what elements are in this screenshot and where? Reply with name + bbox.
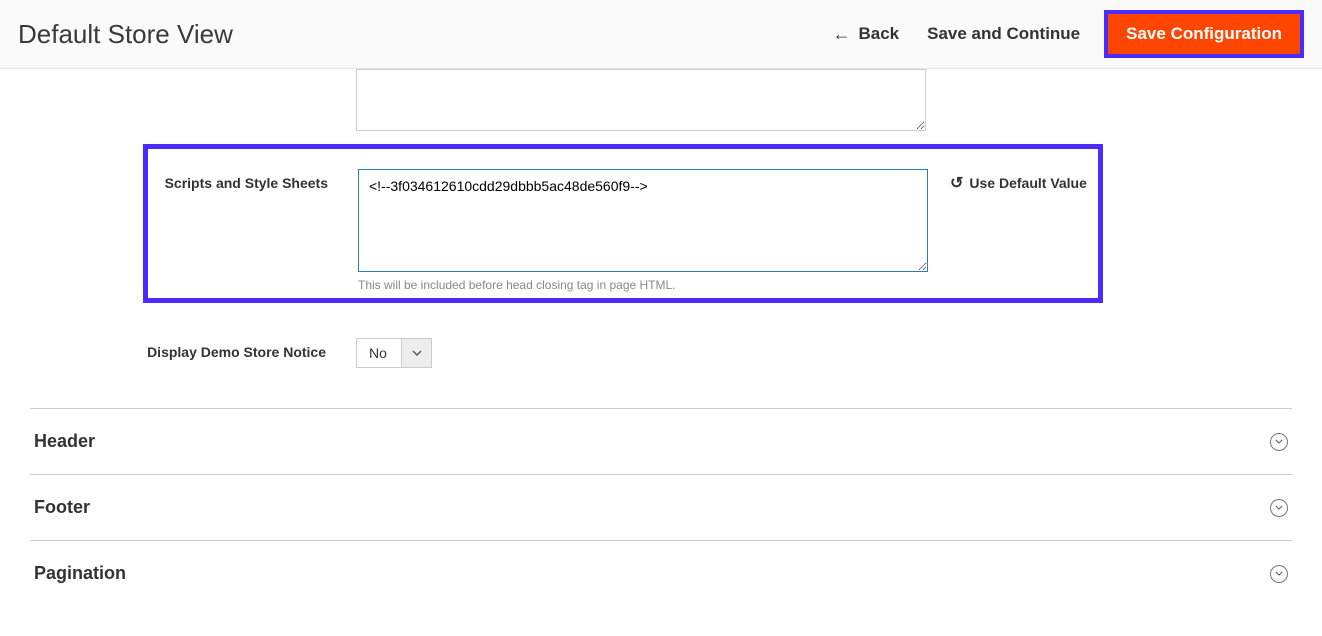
chevron-down-icon <box>1270 565 1288 583</box>
demo-notice-select[interactable]: No <box>356 338 432 368</box>
undo-icon: ↺ <box>950 173 963 193</box>
textarea-previous[interactable] <box>356 69 926 131</box>
scripts-label: Scripts and Style Sheets <box>150 169 358 191</box>
page-title: Default Store View <box>18 19 233 50</box>
demo-notice-label: Display Demo Store Notice <box>30 338 356 360</box>
accordion-title: Pagination <box>34 563 126 584</box>
accordion-title: Header <box>34 431 95 452</box>
use-default-value-label: Use Default Value <box>969 175 1087 191</box>
scripts-control: This will be included before head closin… <box>358 169 928 292</box>
chevron-down-icon <box>1270 433 1288 451</box>
content-area: Scripts and Style Sheets This will be in… <box>0 69 1322 636</box>
back-button-label: Back <box>858 24 899 44</box>
use-default-value-link[interactable]: ↺ Use Default Value <box>950 173 1087 193</box>
accordion-item-footer[interactable]: Footer <box>30 474 1292 540</box>
field-row-demo-notice: Display Demo Store Notice No <box>30 328 1292 378</box>
page-header: Default Store View ← Back Save and Conti… <box>0 0 1322 69</box>
scripts-extra: ↺ Use Default Value <box>928 169 1087 193</box>
scripts-help-text: This will be included before head closin… <box>358 278 928 292</box>
field-label-empty <box>30 69 356 75</box>
scripts-field-highlight: Scripts and Style Sheets This will be in… <box>148 149 1098 298</box>
accordion: Header Footer Pagination <box>30 408 1292 606</box>
field-control-previous <box>356 69 926 131</box>
back-button[interactable]: ← Back <box>832 24 899 44</box>
chevron-down-icon <box>401 339 431 367</box>
accordion-title: Footer <box>34 497 90 518</box>
field-row-previous <box>30 69 1292 141</box>
demo-notice-control: No <box>356 338 432 368</box>
header-actions: ← Back Save and Continue Save Configurat… <box>832 14 1300 54</box>
arrow-left-icon: ← <box>832 25 850 43</box>
field-row-scripts: Scripts and Style Sheets This will be in… <box>150 151 1096 296</box>
demo-notice-select-value: No <box>357 339 401 367</box>
chevron-down-icon <box>1270 499 1288 517</box>
accordion-item-pagination[interactable]: Pagination <box>30 540 1292 606</box>
scripts-textarea[interactable] <box>358 169 928 272</box>
accordion-item-header[interactable]: Header <box>30 408 1292 474</box>
save-and-continue-button[interactable]: Save and Continue <box>927 24 1080 44</box>
save-configuration-button[interactable]: Save Configuration <box>1108 14 1300 54</box>
